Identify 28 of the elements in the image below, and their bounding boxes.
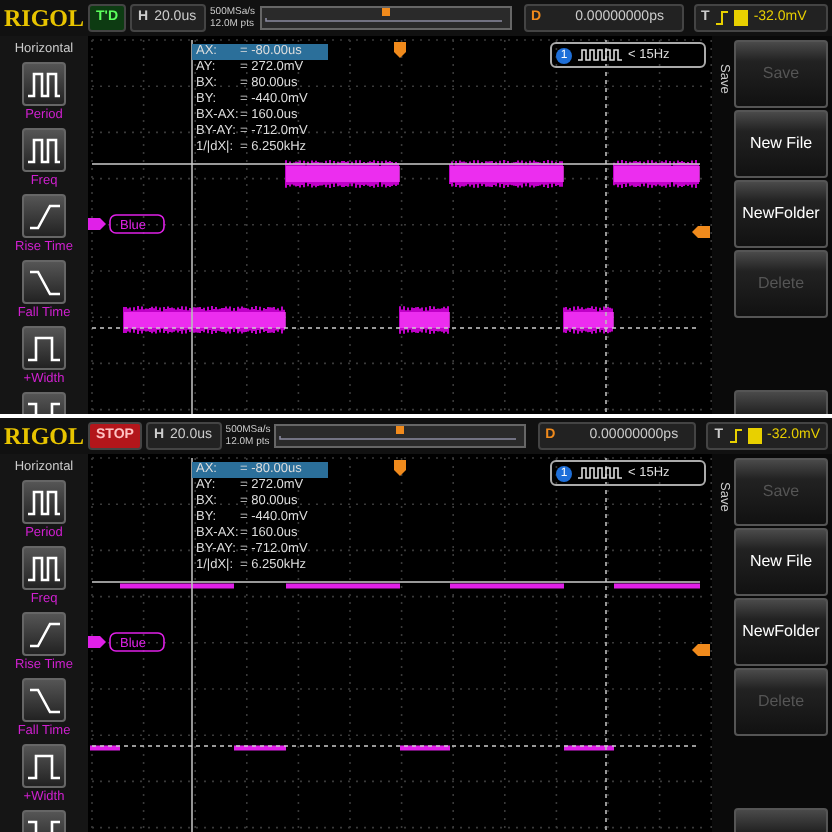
edge-icon xyxy=(729,428,742,444)
trigger-position-marker[interactable] xyxy=(394,460,406,476)
softkey-button[interactable]: NewFolder xyxy=(734,598,828,666)
positive-pulse-icon[interactable] xyxy=(22,325,66,370)
pulse-train-icon xyxy=(578,466,622,480)
edge-icon xyxy=(715,10,728,26)
square-wave-icon[interactable] xyxy=(22,479,66,524)
trigger-level-marker[interactable] xyxy=(692,644,710,656)
pulse-train-icon xyxy=(578,48,622,62)
softkey-button[interactable]: New File xyxy=(734,110,828,178)
rising-edge-icon[interactable] xyxy=(22,611,66,656)
trigger-position-marker[interactable] xyxy=(394,42,406,58)
softkey-button[interactable]: NewFolder xyxy=(734,180,828,248)
softkey-button[interactable]: New File xyxy=(734,528,828,596)
positive-pulse-icon[interactable] xyxy=(22,743,66,788)
brand-logo: RIGOL xyxy=(4,6,85,30)
channel-icon xyxy=(733,10,748,26)
channel-marker[interactable] xyxy=(88,636,106,648)
channel-icon xyxy=(747,428,762,444)
square-wave-icon[interactable] xyxy=(22,545,66,590)
falling-edge-icon[interactable] xyxy=(22,677,66,722)
square-wave-icon[interactable] xyxy=(22,61,66,106)
falling-edge-icon[interactable] xyxy=(22,259,66,304)
rising-edge-icon[interactable] xyxy=(22,193,66,238)
square-wave-icon[interactable] xyxy=(22,127,66,172)
brand-logo: RIGOL xyxy=(4,424,85,448)
channel-marker[interactable] xyxy=(88,218,106,230)
trigger-level-marker[interactable] xyxy=(692,226,710,238)
